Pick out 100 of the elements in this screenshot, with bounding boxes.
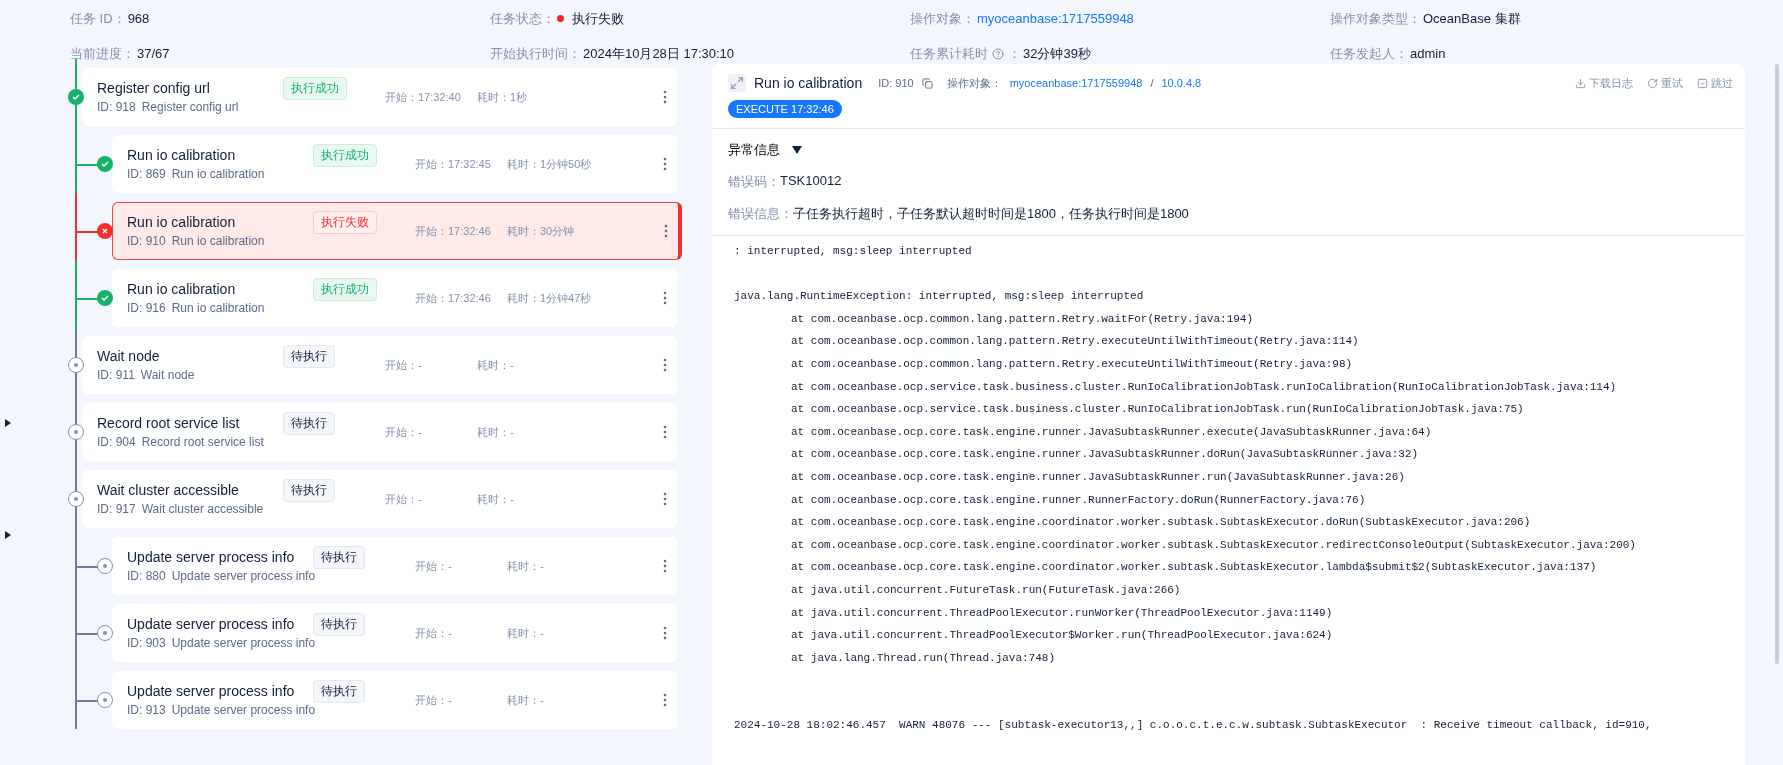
task-title: Wait node: [97, 348, 161, 364]
log-line: at com.oceanbase.ocp.core.task.engine.coordinator.worker.subtask.SubtaskExecutor.doRun(SubtaskExecutor.java:206): [790, 515, 1532, 531]
duration: 耗时：-: [477, 357, 515, 373]
expand-icon[interactable]: [728, 74, 746, 92]
more-icon[interactable]: [663, 559, 667, 573]
log-line: : interrupted, msg:sleep interrupted: [734, 244, 973, 259]
duration: 耗时：1分钟50秒: [507, 156, 593, 172]
duration: 耗时：-: [507, 558, 545, 574]
task-id: ID: 913 Update server process info: [127, 703, 313, 717]
log-line: at com.oceanbase.ocp.common.lang.pattern.Retry.executeUntilWithTimeout(Retry.java:114): [790, 334, 1360, 350]
duration: 耗时：-: [507, 625, 545, 641]
task-card[interactable]: Run io calibration ID: 910 Run io calibration 执行失败 开始：17:32:46 耗时：30分钟: [112, 202, 682, 260]
log-line: java.lang.RuntimeException: interrupted, msg:sleep interrupted: [734, 289, 1145, 305]
duration: 耗时：-: [507, 692, 545, 708]
start-time: 开始：17:32:46: [415, 223, 492, 239]
separator: /: [1150, 77, 1154, 89]
dot-circle-icon: [68, 491, 84, 507]
task-card[interactable]: Run io calibration ID: 869 Run io calibration 执行成功 开始：17:32:45 耗时：1分钟50秒: [112, 135, 678, 193]
log-line: at com.oceanbase.ocp.service.task.business.cluster.RunIoCalibrationJobTask.runIoCalibration(RunIoCalibrationJobTask.java:114): [790, 379, 1618, 395]
task-card[interactable]: Run io calibration ID: 916 Run io calibration 执行成功 开始：17:32:46 耗时：1分钟47秒: [112, 269, 678, 327]
task-card[interactable]: Register config url ID: 918 Register config url 执行成功 开始：17:32:40 耗时：1秒: [82, 68, 678, 126]
task-card[interactable]: Wait cluster accessible ID: 917 Wait cluster accessible 待执行 开始：- 耗时：-: [82, 470, 678, 528]
dot-circle-icon: [68, 357, 84, 373]
more-icon[interactable]: [663, 358, 667, 372]
scrollbar[interactable]: [1775, 64, 1779, 664]
task-title: Run io calibration: [127, 214, 237, 230]
field-label: 错误信息：: [728, 205, 793, 223]
task-card[interactable]: Update server process info ID: 880 Update server process info 待执行 开始：- 耗时：-: [112, 537, 678, 595]
field-label: 任务状态：: [490, 9, 555, 28]
field-value: admin: [1410, 46, 1446, 61]
error-message: 子任务执行超时，子任务默认超时时间是1800，任务执行时间是1800: [793, 205, 1189, 223]
task-title: Wait cluster accessible: [97, 482, 240, 498]
log-line: at com.oceanbase.ocp.core.task.engine.runner.JavaSubtaskRunner.run(JavaSubtaskRunner.java:26): [790, 469, 1406, 485]
task-title: Update server process info: [127, 683, 296, 699]
expand-arrow-icon[interactable]: [4, 419, 12, 427]
download-icon: [1575, 77, 1586, 89]
log-line: at com.oceanbase.ocp.common.lang.pattern.Retry.waitFor(Retry.java:194): [790, 311, 1255, 327]
target-link[interactable]: myoceanbase:1717559948: [977, 11, 1134, 26]
field-label: 操作对象：: [910, 9, 975, 28]
duration: 耗时：-: [477, 424, 515, 440]
duration: 耗时：-: [477, 491, 515, 507]
task-id: ID: 916 Run io calibration: [127, 301, 266, 315]
copy-icon[interactable]: [921, 77, 933, 89]
more-icon[interactable]: [663, 626, 667, 640]
more-icon[interactable]: [663, 157, 667, 171]
target-link[interactable]: myoceanbase:1717559948: [1009, 77, 1143, 89]
field-value: OceanBase 集群: [1423, 9, 1521, 28]
task-card[interactable]: Update server process info ID: 903 Update server process info 待执行 开始：- 耗时：-: [112, 604, 678, 662]
field-label: 开始执行时间：: [490, 44, 581, 63]
dot-circle-icon: [68, 424, 84, 440]
section-title: 异常信息: [728, 141, 780, 159]
log-line: at java.util.concurrent.ThreadPoolExecutor$Worker.run(ThreadPoolExecutor.java:624): [790, 628, 1334, 644]
more-icon[interactable]: [664, 224, 668, 238]
field-label: 任务 ID：: [70, 9, 126, 28]
start-time: 开始：-: [415, 692, 453, 708]
task-title: Update server process info: [127, 616, 296, 632]
start-time: 开始：-: [385, 491, 423, 507]
task-id: ID: 918 Register config url: [97, 100, 240, 114]
field-label: 当前进度：: [70, 44, 135, 63]
task-card[interactable]: Update server process info ID: 913 Update server process info 待执行 开始：- 耗时：-: [112, 671, 678, 729]
log-line: at com.oceanbase.ocp.core.task.engine.runner.JavaSubtaskRunner.doRun(JavaSubtaskRunner.java:32): [790, 447, 1420, 463]
caret-icon[interactable]: [792, 146, 802, 154]
start-time: 开始：17:32:46: [415, 290, 492, 306]
more-icon[interactable]: [663, 90, 667, 104]
task-card[interactable]: Wait node ID: 911 Wait node 待执行 开始：- 耗时：-: [82, 336, 678, 394]
task-card[interactable]: Record root service list ID: 904 Record root service list 待执行 开始：- 耗时：-: [82, 403, 678, 461]
status-tag: 执行成功: [283, 77, 347, 100]
log-line: at com.oceanbase.ocp.core.task.engine.runner.JavaSubtaskRunner.execute(JavaSubtaskRunner.java:64): [790, 424, 1433, 440]
log-line: at com.oceanbase.ocp.service.task.business.cluster.RunIoCalibrationJobTask.run(RunIoCalibrationJobTask.java:75): [790, 402, 1525, 418]
duration: 耗时：1秒: [477, 89, 529, 105]
duration: 耗时：1分钟47秒: [507, 290, 593, 306]
target-label: 操作对象：: [946, 75, 1002, 91]
status-tag: 执行成功: [313, 144, 377, 167]
more-icon[interactable]: [663, 425, 667, 439]
dot-circle-icon: [97, 558, 113, 574]
log-line: at java.lang.Thread.run(Thread.java:748): [790, 650, 1057, 666]
checkbox-icon: [1697, 77, 1708, 89]
status-tag: 待执行: [283, 412, 335, 435]
more-icon[interactable]: [663, 291, 667, 305]
field-value: 37/67: [137, 46, 170, 61]
status-tag: 执行失败: [313, 211, 377, 234]
status-tag: 待执行: [283, 479, 335, 502]
task-title: Register config url: [97, 80, 211, 96]
task-id: ID: 903 Update server process info: [127, 636, 313, 650]
log-line: at java.util.concurrent.ThreadPoolExecutor.runWorker(ThreadPoolExecutor.java:1149): [790, 605, 1334, 621]
expand-arrow-icon[interactable]: [4, 531, 12, 539]
log-line: 2024-10-28 18:02:46.457 WARN 48076 --- [subtask-executor13,,] c.o.o.c.t.e.c.w.subtask.SubtaskExecutor : Receive timeout callback, id=910,: [734, 718, 1653, 734]
task-id: ID: 911 Wait node: [97, 368, 196, 382]
log-line: at com.oceanbase.ocp.common.lang.pattern.Retry.executeUntilWithTimeout(Retry.java:98): [790, 356, 1354, 372]
field-label: 任务累计耗时: [910, 44, 988, 63]
duration: 耗时：30分钟: [507, 223, 576, 239]
retry-icon: [1647, 77, 1658, 89]
address-link[interactable]: 10.0.4.8: [1161, 77, 1202, 89]
more-icon[interactable]: [663, 693, 667, 707]
field-value: 32分钟39秒: [1023, 44, 1091, 63]
field-label: 任务发起人：: [1330, 44, 1408, 63]
colon: ：: [1008, 44, 1021, 63]
task-title: Update server process info: [127, 549, 296, 565]
status-tag: 待执行: [313, 546, 365, 569]
more-icon[interactable]: [663, 492, 667, 506]
